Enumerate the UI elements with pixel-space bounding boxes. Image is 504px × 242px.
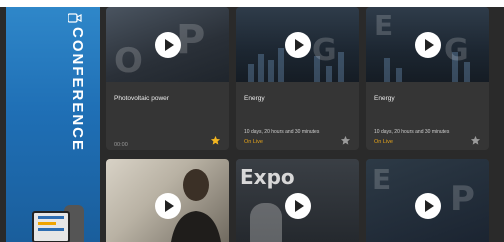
gimbal-device-icon xyxy=(20,205,90,242)
play-icon[interactable] xyxy=(284,193,311,219)
video-thumbnail[interactable] xyxy=(106,159,229,242)
video-card[interactable]: E P xyxy=(366,159,489,242)
play-icon[interactable] xyxy=(414,193,441,219)
video-thumbnail[interactable]: P O xyxy=(106,7,229,82)
video-time: 00:00 xyxy=(114,142,128,148)
video-card[interactable]: G Energy 10 days, 20 hours and 30 minute… xyxy=(236,7,359,150)
play-icon[interactable] xyxy=(154,193,181,219)
video-card[interactable]: E G Energy 10 days, 20 hours and 30 minu… xyxy=(366,7,489,150)
play-icon[interactable] xyxy=(154,32,181,58)
live-status: On Live xyxy=(374,139,393,145)
video-camera-icon xyxy=(68,13,82,23)
video-card[interactable]: P O Photovoltaic power 00:00 xyxy=(106,7,229,150)
video-title: Photovoltaic power xyxy=(114,95,169,102)
video-grid: P O Photovoltaic power 00:00 G Energy 10… xyxy=(106,7,496,242)
video-thumbnail[interactable]: G xyxy=(236,7,359,82)
video-title: Energy xyxy=(374,95,395,102)
star-icon[interactable] xyxy=(210,135,221,146)
video-title: Energy xyxy=(244,95,265,102)
video-card[interactable] xyxy=(106,159,229,242)
app-stage: CONFERENCE P O Photovoltaic power 00:00 xyxy=(0,7,504,242)
video-duration: 10 days, 20 hours and 30 minutes xyxy=(244,129,320,135)
star-icon[interactable] xyxy=(340,135,351,146)
conference-banner: CONFERENCE xyxy=(6,7,100,242)
banner-title: CONFERENCE xyxy=(69,27,86,153)
video-thumbnail[interactable]: E G xyxy=(366,7,489,82)
star-icon[interactable] xyxy=(470,135,481,146)
video-thumbnail[interactable]: Expo xyxy=(236,159,359,242)
live-status: On Live xyxy=(244,139,263,145)
play-icon[interactable] xyxy=(284,32,311,58)
thumbnail-text: Expo xyxy=(240,165,295,189)
video-thumbnail[interactable]: E P xyxy=(366,159,489,242)
play-icon[interactable] xyxy=(414,32,441,58)
video-card[interactable]: Expo xyxy=(236,159,359,242)
video-duration: 10 days, 20 hours and 30 minutes xyxy=(374,129,450,135)
